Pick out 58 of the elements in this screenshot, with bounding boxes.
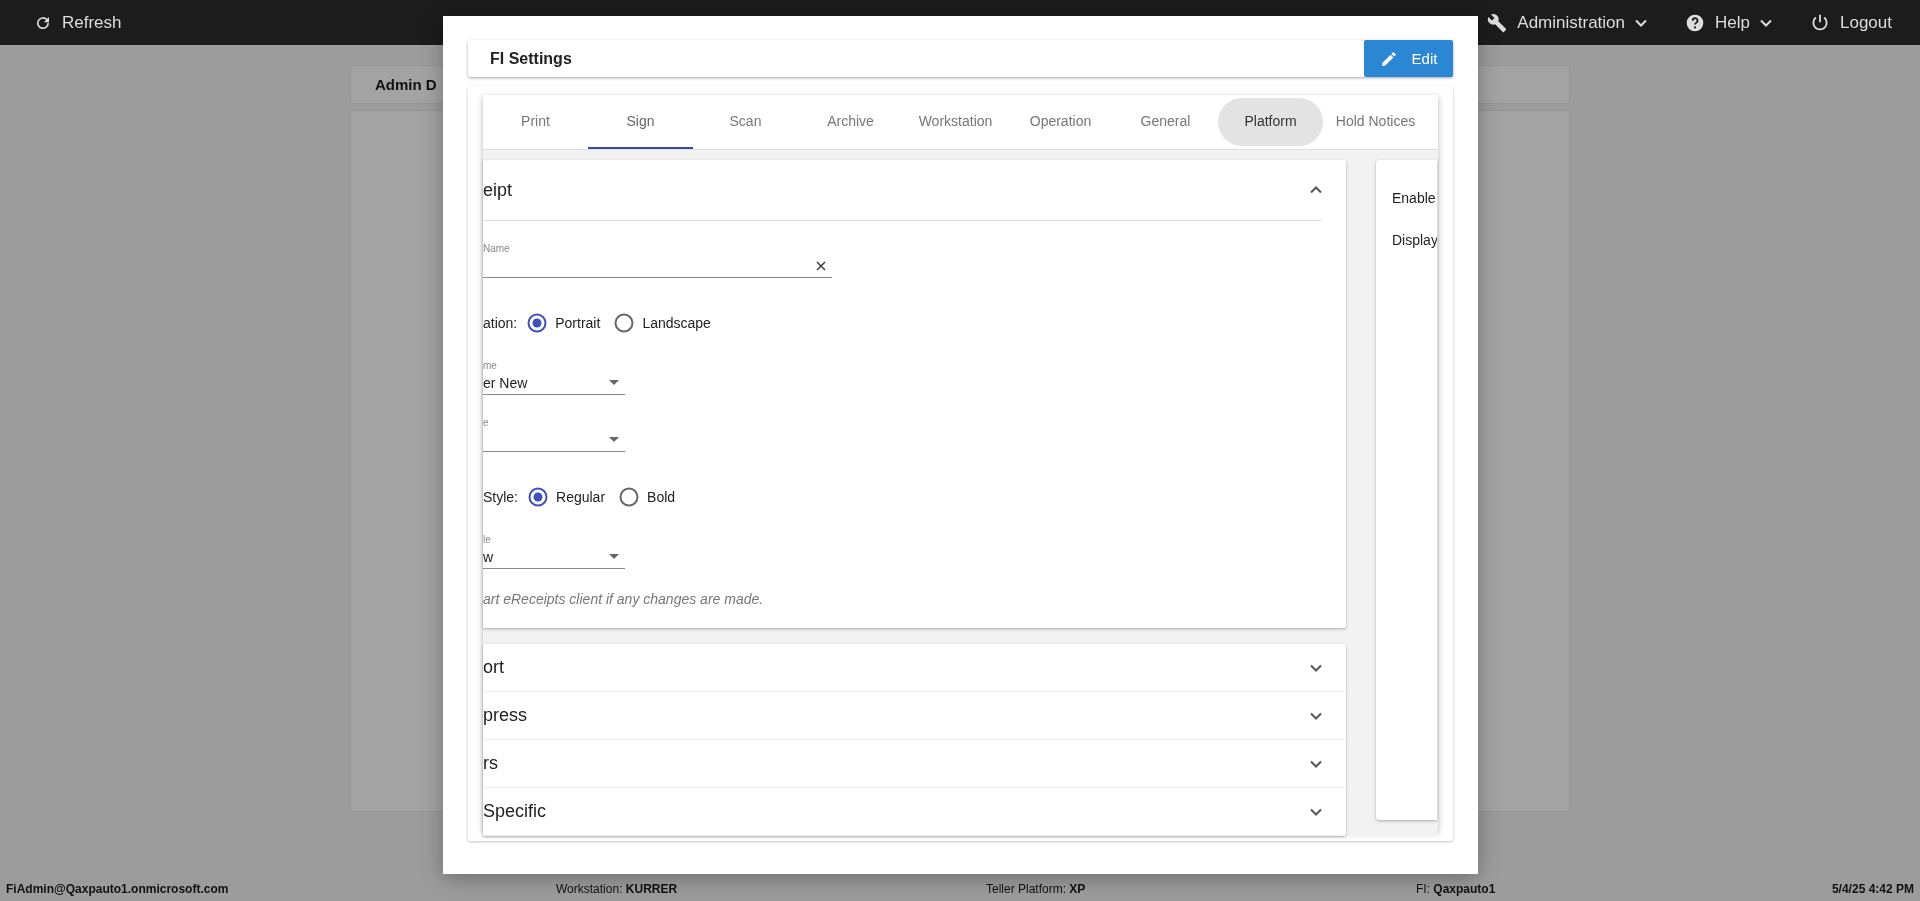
- radio-label: Bold: [647, 489, 676, 505]
- status-text: FI: Qaxpauto1: [1416, 882, 1497, 896]
- chevron-down-icon: [1310, 663, 1322, 672]
- setting-label: Display: [1392, 232, 1437, 248]
- accordion-header[interactable]: rs: [483, 740, 1346, 788]
- section-title[interactable]: eipt: [483, 179, 513, 201]
- radio-button[interactable]: [528, 487, 548, 507]
- dropdown-caret-icon: [609, 554, 619, 559]
- accordion-header[interactable]: Specific: [483, 788, 1346, 836]
- tab[interactable]: Operation: [1008, 95, 1113, 149]
- radio-button[interactable]: [527, 313, 548, 333]
- power-icon: [1810, 12, 1830, 33]
- dialog-title: FI Settings: [489, 49, 572, 68]
- chevron-down-icon: [1760, 18, 1772, 27]
- chevron-down-icon: [1635, 18, 1648, 27]
- clear-icon[interactable]: [816, 260, 826, 271]
- field-label: le: [483, 534, 492, 545]
- tab[interactable]: Hold Notices: [1323, 95, 1428, 149]
- setting-label: Enable: [1392, 190, 1437, 206]
- help-icon: [1685, 12, 1706, 33]
- tab[interactable]: General: [1113, 95, 1218, 149]
- pencil-icon: [1379, 49, 1398, 68]
- status-text: 5/4/25 4:42 PM: [1831, 882, 1914, 896]
- field-label: me: [483, 360, 498, 371]
- accordion-header[interactable]: press: [483, 692, 1346, 740]
- top-nav-item[interactable]: Logout: [1810, 12, 1892, 33]
- field-label: e: [483, 417, 490, 428]
- radio-label: Landscape: [642, 315, 711, 331]
- radio-group-label: Style:: [483, 489, 518, 505]
- radio-group-label: ation:: [483, 315, 518, 331]
- top-nav-item[interactable]: Administration: [1487, 12, 1648, 33]
- field-label: Name: [483, 243, 511, 254]
- tab[interactable]: Archive: [798, 95, 903, 149]
- radio-button[interactable]: [619, 487, 640, 507]
- edit-button[interactable]: Edit: [1364, 40, 1453, 77]
- top-nav-item[interactable]: Help: [1685, 12, 1772, 33]
- dropdown-field[interactable]: w: [483, 545, 625, 569]
- chevron-down-icon: [1310, 807, 1322, 816]
- wrench-icon: [1487, 12, 1508, 33]
- note-text: art eReceipts client if any changes are made.: [483, 591, 764, 607]
- card-title: Admin D: [375, 76, 437, 93]
- radio-label: Regular: [556, 489, 606, 505]
- tab[interactable]: Scan: [693, 95, 798, 149]
- radio-label: Portrait: [555, 315, 601, 331]
- tab[interactable]: Workstation: [903, 95, 1008, 149]
- status-text: FiAdmin@Qaxpauto1.onmicrosoft.com: [6, 882, 230, 896]
- status-text: Workstation: KURRER: [556, 882, 679, 896]
- accordion-header[interactable]: ort: [483, 644, 1346, 692]
- status-text: Teller Platform: XP: [986, 882, 1087, 896]
- tab[interactable]: Platform: [1218, 98, 1323, 146]
- chevron-down-icon: [1310, 759, 1322, 768]
- dropdown-field[interactable]: er New: [483, 371, 625, 395]
- top-nav-item[interactable]: Refresh: [34, 12, 122, 33]
- tab[interactable]: Print: [483, 95, 588, 149]
- radio-button[interactable]: [614, 313, 635, 333]
- dropdown-caret-icon: [609, 380, 619, 385]
- chevron-down-icon: [1310, 711, 1322, 720]
- dropdown-caret-icon: [609, 437, 619, 442]
